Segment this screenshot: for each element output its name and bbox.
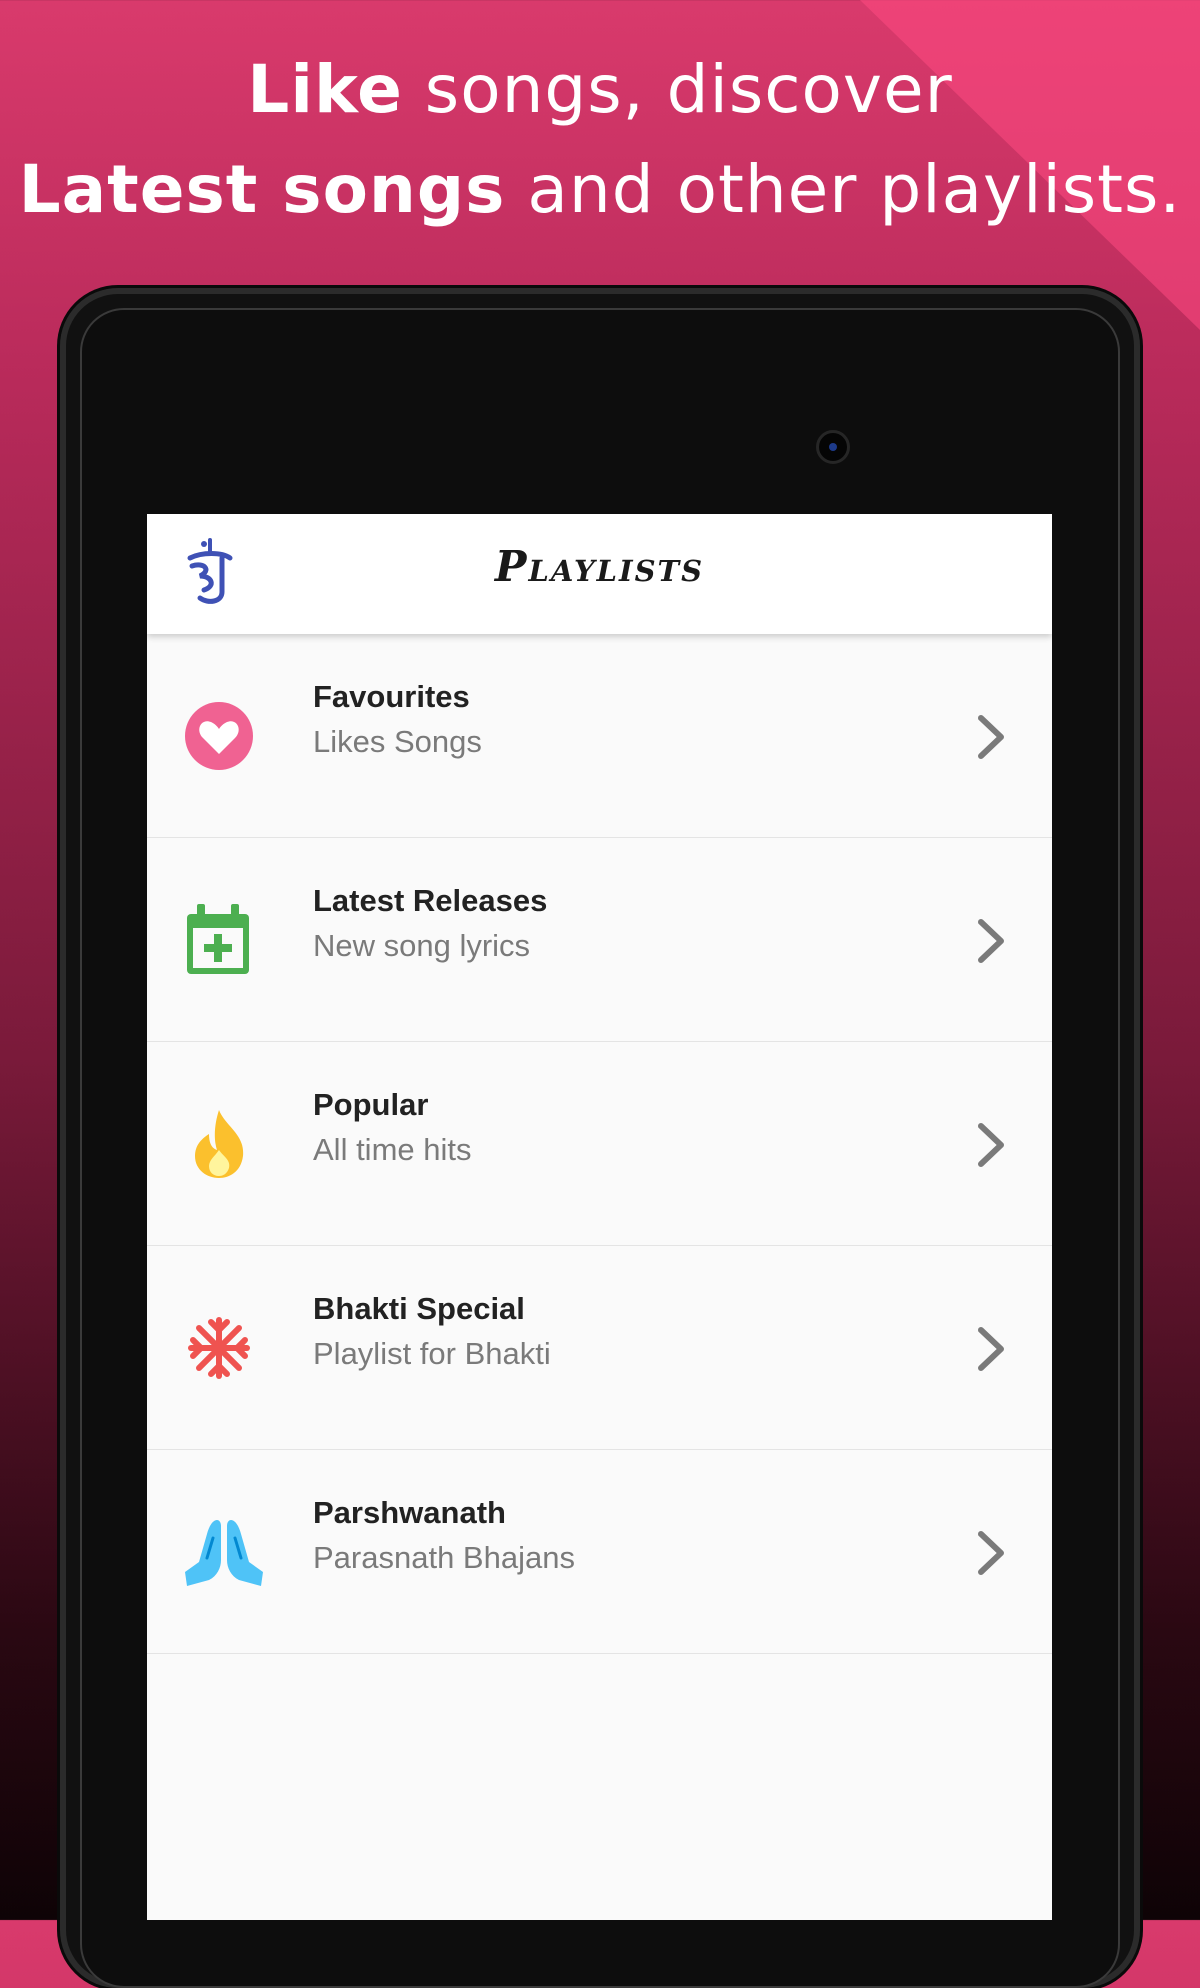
playlist-list: Favourites Likes Songs Latest Releases N… [147, 634, 1052, 1654]
playlist-name: Latest Releases [313, 883, 548, 918]
chevron-right-icon [978, 715, 1004, 759]
playlist-subtitle: Parasnath Bhajans [313, 1540, 575, 1575]
playlist-subtitle: Playlist for Bhakti [313, 1336, 551, 1371]
playlist-name: Favourites [313, 679, 470, 714]
playlist-text: Favourites Likes Songs [313, 676, 482, 766]
snowflake-icon [188, 1317, 250, 1379]
heart-icon [185, 702, 253, 770]
headline-line-1: Like songs, discover [247, 51, 953, 128]
playlist-item-bhakti-special[interactable]: Bhakti Special Playlist for Bhakti [147, 1246, 1052, 1450]
playlist-text: Latest Releases New song lyrics [313, 880, 547, 970]
praying-hands-icon [185, 1520, 263, 1586]
playlist-text: Bhakti Special Playlist for Bhakti [313, 1288, 551, 1378]
playlist-subtitle: New song lyrics [313, 928, 531, 963]
front-camera [816, 430, 850, 464]
app-screen: Playlists Favourites Likes Songs Latest … [147, 514, 1052, 1920]
playlist-item-favourites[interactable]: Favourites Likes Songs [147, 634, 1052, 838]
chevron-right-icon [978, 1531, 1004, 1575]
promo-headline: Like songs, discover Latest songs and ot… [0, 40, 1200, 240]
flame-icon [195, 1110, 244, 1178]
page-title: Playlists [494, 542, 705, 591]
headline-line-2: Latest songs and other playlists. [18, 151, 1182, 228]
playlist-item-latest-releases[interactable]: Latest Releases New song lyrics [147, 838, 1052, 1042]
calendar-add-icon [187, 904, 249, 974]
playlist-subtitle: All time hits [313, 1132, 472, 1167]
playlist-text: Parshwanath Parasnath Bhajans [313, 1492, 575, 1582]
chevron-right-icon [978, 1123, 1004, 1167]
chevron-right-icon [978, 1327, 1004, 1371]
playlist-name: Parshwanath [313, 1495, 506, 1530]
playlist-name: Bhakti Special [313, 1291, 525, 1326]
playlist-item-popular[interactable]: Popular All time hits [147, 1042, 1052, 1246]
playlist-item-parshwanath[interactable]: Parshwanath Parasnath Bhajans [147, 1450, 1052, 1654]
chevron-right-icon [978, 919, 1004, 963]
app-bar: Playlists [147, 514, 1052, 634]
playlist-text: Popular All time hits [313, 1084, 471, 1174]
playlist-name: Popular [313, 1087, 429, 1122]
playlist-subtitle: Likes Songs [313, 724, 482, 759]
